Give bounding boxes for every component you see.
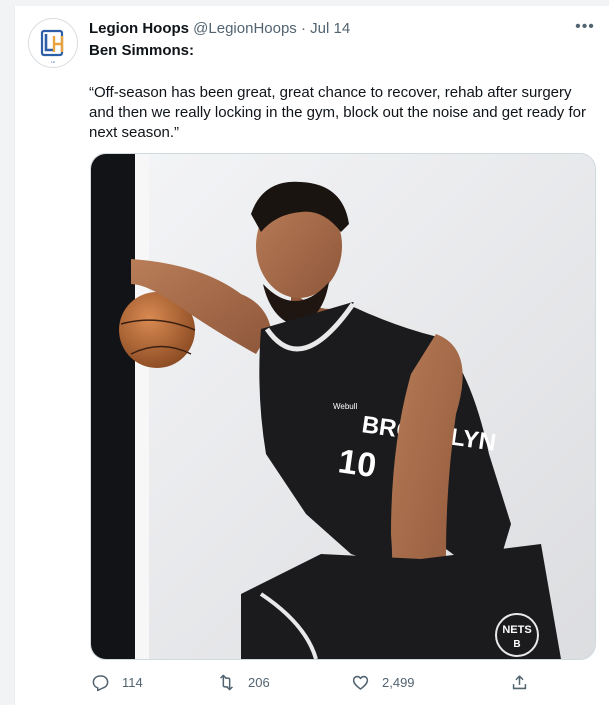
tweet-photo[interactable]: BROOKLYN 10 Webull NETS B <box>90 153 596 660</box>
shorts-logo-letter: B <box>513 639 520 650</box>
tweet-card[interactable]: LH Legion Hoops @LegionHoops · Jul 14 ••… <box>14 6 609 705</box>
svg-text:LH: LH <box>51 60 55 64</box>
avatar[interactable]: LH <box>28 18 78 68</box>
tweet-quote: “Off-season has been great, great chance… <box>89 84 586 141</box>
tweet-header: Legion Hoops @LegionHoops · Jul 14 <box>89 19 350 39</box>
author-name[interactable]: Legion Hoops <box>89 20 189 37</box>
reply-button[interactable]: 114 <box>91 670 143 694</box>
jersey-sponsor: Webull <box>333 402 358 411</box>
reply-icon <box>92 674 109 691</box>
tweet-headline: Ben Simmons: <box>89 42 195 59</box>
author-handle[interactable]: @LegionHoops <box>193 20 297 37</box>
share-button[interactable] <box>510 670 529 694</box>
like-button[interactable]: 2,499 <box>351 670 415 694</box>
tweet-actions: 114 206 2,499 <box>89 670 529 694</box>
shorts-logo-text: NETS <box>502 624 531 636</box>
legion-hoops-logo-icon: LH <box>30 20 76 66</box>
retweet-button[interactable]: 206 <box>217 670 270 694</box>
tweet-date[interactable]: Jul 14 <box>310 20 350 37</box>
heart-icon <box>352 675 369 690</box>
share-icon <box>512 674 527 689</box>
retweet-icon <box>220 674 233 690</box>
retweet-count: 206 <box>248 674 270 690</box>
more-icon: ••• <box>575 18 595 35</box>
more-options-button[interactable]: ••• <box>574 18 596 38</box>
player-photo-illustration: BROOKLYN 10 Webull NETS B <box>91 154 595 659</box>
like-count: 2,499 <box>382 674 415 690</box>
reply-count: 114 <box>122 674 143 690</box>
jersey-number: 10 <box>336 442 379 485</box>
header-separator: · <box>300 20 306 37</box>
